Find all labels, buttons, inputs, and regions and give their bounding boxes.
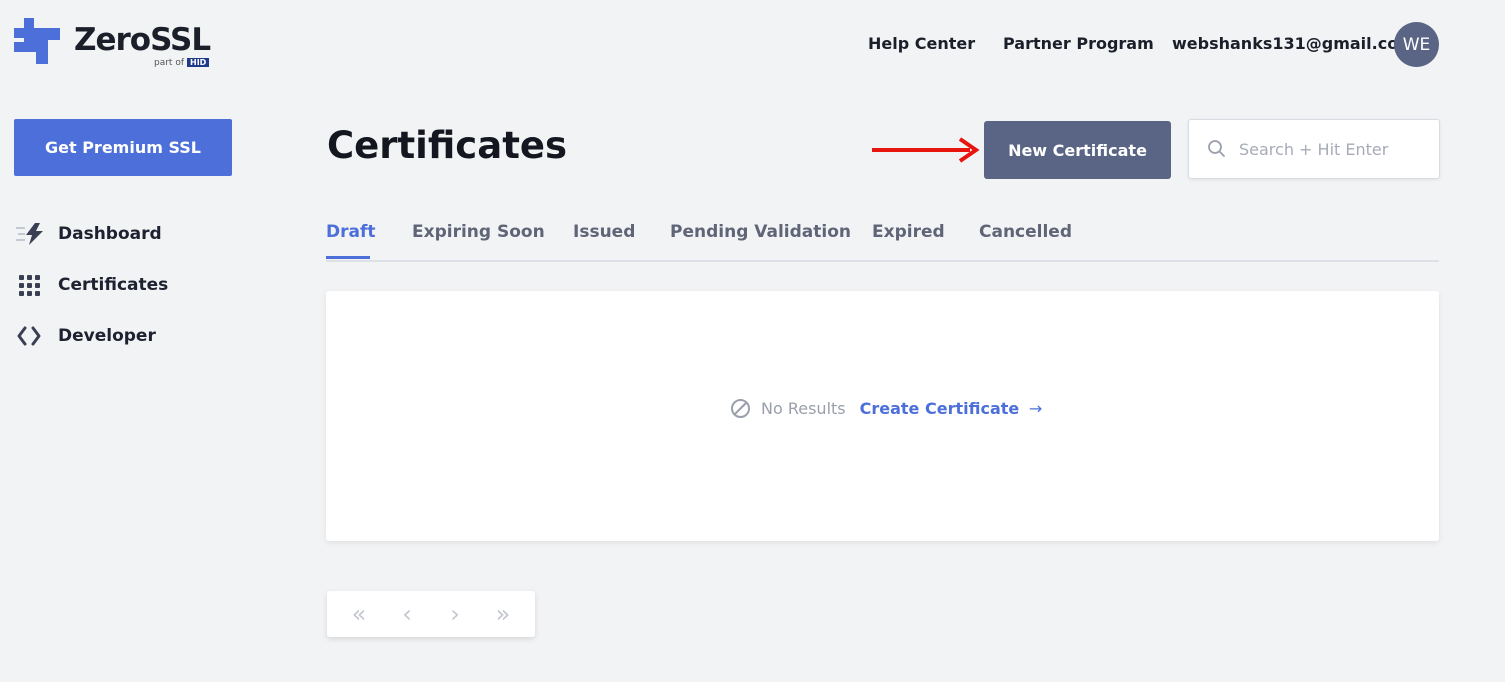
status-tabs: Draft Expiring Soon Issued Pending Valid…	[326, 220, 1439, 262]
create-certificate-label: Create Certificate	[859, 399, 1020, 418]
no-results-text: No Results	[761, 399, 846, 418]
zerossl-logo[interactable]: ZeroSSL part of HID	[14, 18, 224, 72]
brand-sub-text: part of	[154, 58, 184, 68]
new-certificate-button[interactable]: New Certificate	[984, 121, 1171, 179]
tab-draft[interactable]: Draft	[326, 222, 376, 242]
first-page-icon[interactable]: «	[344, 602, 374, 626]
tab-expiring-soon[interactable]: Expiring Soon	[412, 222, 545, 242]
arrow-right-icon: →	[1028, 399, 1043, 418]
tab-pending-validation[interactable]: Pending Validation	[670, 222, 851, 242]
sidebar-item-certificates[interactable]: Certificates	[16, 271, 168, 299]
search-input[interactable]	[1237, 138, 1431, 160]
search-icon	[1208, 140, 1225, 157]
previous-page-icon[interactable]: ‹	[392, 602, 422, 626]
prohibited-icon	[731, 399, 750, 418]
logo-mark-icon	[14, 18, 60, 64]
get-premium-ssl-button[interactable]: Get Premium SSL	[14, 119, 232, 176]
last-page-icon[interactable]: »	[488, 602, 518, 626]
sidebar-item-label: Developer	[58, 326, 156, 346]
empty-state: No Results Create Certificate →	[730, 398, 1042, 419]
grid-dots-icon	[16, 272, 46, 298]
partner-program-link[interactable]: Partner Program	[1003, 34, 1154, 53]
hid-badge: HID	[187, 58, 210, 67]
help-center-link[interactable]: Help Center	[868, 34, 975, 53]
create-certificate-link[interactable]: Create Certificate →	[860, 399, 1043, 418]
annotation-arrow-icon	[872, 137, 980, 163]
user-email[interactable]: webshanks131@gmail.com	[1172, 34, 1415, 53]
tab-issued[interactable]: Issued	[573, 222, 635, 242]
sidebar-item-label: Dashboard	[58, 224, 162, 244]
tab-cancelled[interactable]: Cancelled	[979, 222, 1072, 242]
sidebar-item-label: Certificates	[58, 275, 169, 295]
pagination: « ‹ › »	[327, 591, 535, 637]
brand-subtitle: part of HID	[154, 58, 210, 68]
search-box	[1188, 119, 1440, 179]
sidebar-item-dashboard[interactable]: Dashboard	[16, 220, 162, 248]
page-title: Certificates	[327, 124, 567, 167]
next-page-icon[interactable]: ›	[440, 602, 470, 626]
avatar[interactable]: WE	[1394, 22, 1439, 67]
active-tab-indicator	[326, 256, 370, 259]
brand-name: ZeroSSL	[74, 22, 211, 58]
sidebar-item-developer[interactable]: Developer	[16, 322, 156, 350]
lightning-icon	[16, 221, 46, 247]
tab-expired[interactable]: Expired	[872, 222, 945, 242]
code-icon	[16, 323, 46, 349]
